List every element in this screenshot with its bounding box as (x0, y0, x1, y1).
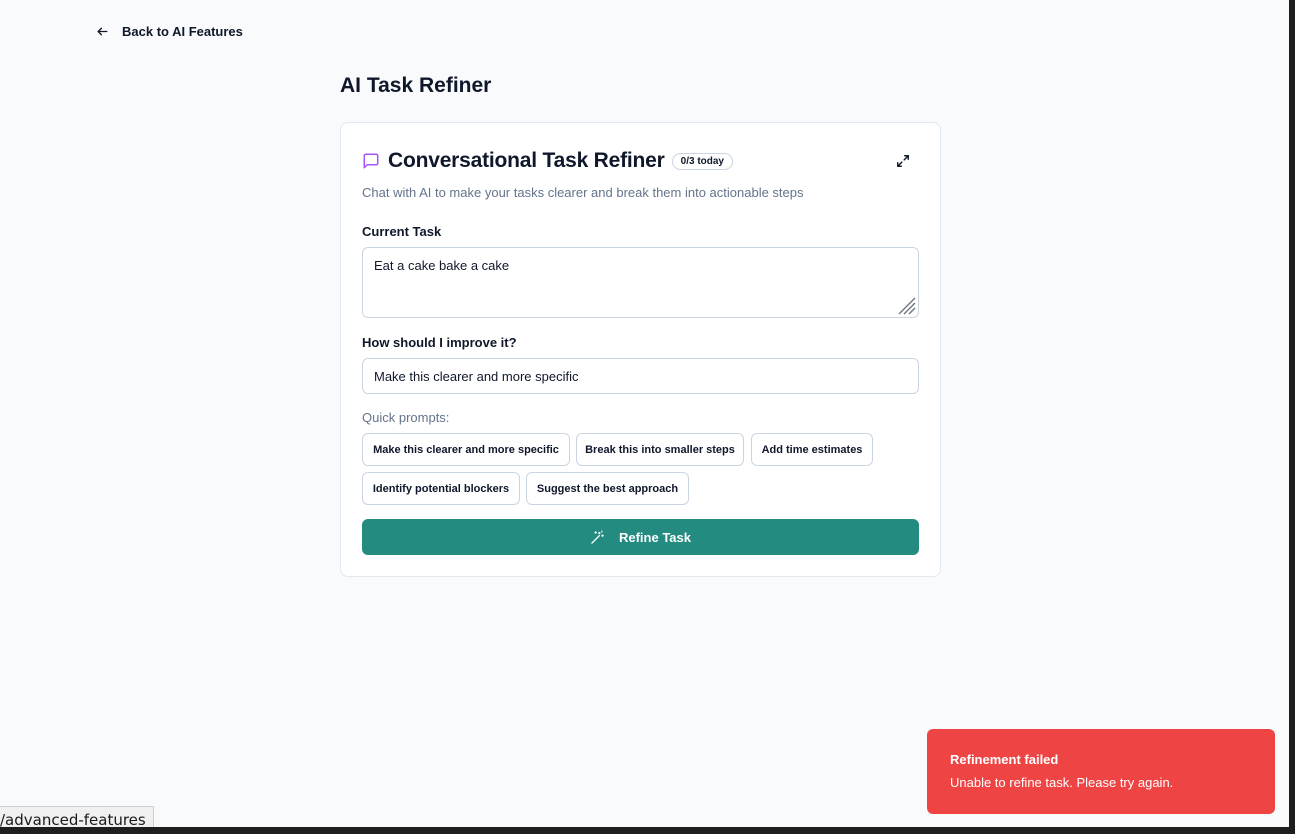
maximize-icon[interactable] (896, 154, 910, 168)
toast-title: Refinement failed (950, 752, 1059, 767)
quick-prompt-best-approach[interactable]: Suggest the best approach (526, 472, 689, 505)
quick-prompt-clearer[interactable]: Make this clearer and more specific (362, 433, 570, 466)
resize-handle-icon[interactable] (896, 295, 916, 315)
usage-badge: 0/3 today (671, 152, 733, 170)
current-task-value: Eat a cake bake a cake (374, 258, 510, 273)
card-header: Conversational Task Refiner 0/3 today (362, 149, 733, 173)
quick-prompt-blockers[interactable]: Identify potential blockers (362, 472, 520, 505)
window-edge-right (1289, 0, 1295, 834)
error-toast[interactable]: Refinement failed Unable to refine task.… (927, 729, 1275, 814)
quick-prompt-smaller-steps[interactable]: Break this into smaller steps (576, 433, 744, 466)
refine-button-label: Refine Task (618, 529, 691, 545)
task-refiner-card: Conversational Task Refiner 0/3 today Ch… (340, 122, 941, 577)
page-title: AI Task Refiner (340, 74, 492, 97)
current-task-textarea[interactable]: Eat a cake bake a cake (362, 247, 919, 318)
refine-task-button[interactable]: Refine Task (362, 519, 919, 555)
window-edge-bottom (0, 827, 1295, 834)
current-task-label: Current Task (362, 224, 442, 239)
wand-icon (591, 530, 604, 544)
back-to-ai-features-link[interactable]: Back to AI Features (96, 24, 243, 39)
quick-prompts-label: Quick prompts: (362, 410, 450, 425)
card-description: Chat with AI to make your tasks clearer … (362, 185, 804, 200)
toast-message: Unable to refine task. Please try again. (950, 775, 1174, 790)
back-link-label: Back to AI Features (122, 24, 243, 39)
arrow-left-icon (97, 27, 108, 36)
card-title: Conversational Task Refiner (388, 149, 665, 172)
quick-prompt-time-estimates[interactable]: Add time estimates (751, 433, 873, 466)
improve-input-value: Make this clearer and more specific (374, 368, 579, 384)
improve-input[interactable]: Make this clearer and more specific (362, 358, 919, 394)
improve-label: How should I improve it? (362, 335, 517, 350)
message-square-icon (362, 152, 380, 170)
